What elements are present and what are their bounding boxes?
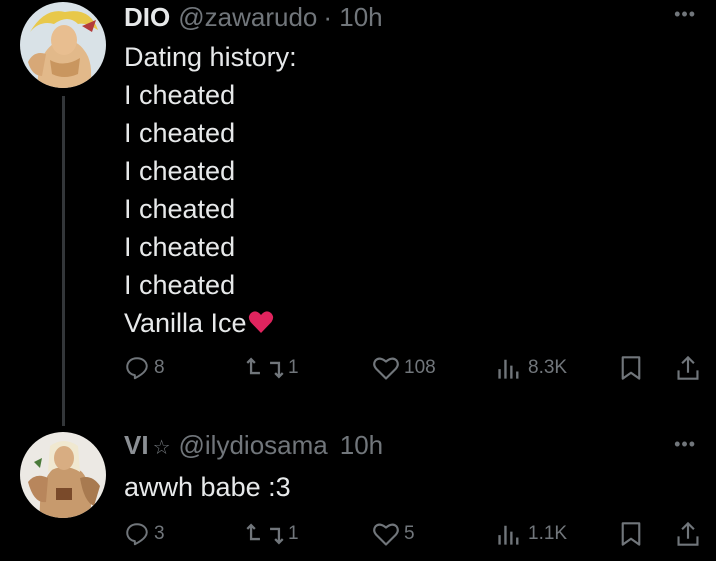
views-button[interactable]: 1.1K	[494, 521, 567, 547]
tweet-vi[interactable]: VI ☆ @ilydiosama 10h ••• awwh babe :3 3 …	[0, 410, 716, 561]
red-heart-emoji-icon	[248, 306, 274, 344]
avatar-vi[interactable]	[20, 432, 106, 518]
views-icon	[494, 355, 524, 381]
display-name[interactable]: DIO	[124, 2, 170, 33]
heart-icon	[372, 521, 400, 547]
view-count: 1.1K	[528, 523, 568, 544]
like-count: 5	[404, 523, 415, 544]
retweet-button[interactable]: 1	[246, 355, 299, 381]
retweet-count: 1	[288, 357, 299, 378]
avatar-dio[interactable]	[20, 2, 106, 88]
like-button[interactable]: 108	[372, 355, 436, 381]
share-icon	[676, 521, 700, 547]
tweet-header: VI ☆ @ilydiosama 10h	[124, 430, 383, 461]
share-icon	[676, 355, 700, 381]
tweet-dio[interactable]: DIO @zawarudo · 10h ••• Dating history: …	[0, 0, 716, 426]
text-line: Vanilla Ice	[124, 304, 297, 344]
reply-icon	[124, 355, 150, 381]
display-name[interactable]: VI	[124, 430, 149, 461]
retweet-icon	[246, 521, 284, 547]
user-handle[interactable]: @zawarudo	[178, 2, 317, 33]
timestamp[interactable]: 10h	[340, 430, 383, 461]
retweet-button[interactable]: 1	[246, 521, 299, 547]
share-button[interactable]	[676, 355, 700, 381]
tweet-text: Dating history: I cheated I cheated I ch…	[124, 38, 297, 344]
bookmark-button[interactable]	[620, 355, 642, 381]
retweet-icon	[246, 355, 284, 381]
text-line: I cheated	[124, 80, 236, 110]
tweet-text: awwh babe :3	[124, 472, 291, 502]
view-count: 8.3K	[528, 357, 568, 378]
text-line: I cheated	[124, 156, 236, 186]
text-line: I cheated	[124, 118, 236, 148]
tweet-actions: 8 1 108 8.3K	[124, 355, 704, 385]
heart-icon	[372, 355, 400, 381]
bookmark-icon	[620, 355, 642, 381]
reply-button[interactable]: 8	[124, 355, 165, 381]
views-icon	[494, 521, 524, 547]
more-options-icon[interactable]: •••	[674, 434, 696, 455]
text-line: I cheated	[124, 270, 236, 300]
text-line: I cheated	[124, 194, 236, 224]
text-line: I cheated	[124, 232, 236, 262]
thread-line	[62, 96, 65, 426]
share-button[interactable]	[676, 521, 700, 547]
timestamp[interactable]: · 10h	[323, 2, 382, 33]
user-handle[interactable]: @ilydiosama	[179, 430, 328, 461]
reply-icon	[124, 521, 150, 547]
retweet-count: 1	[288, 523, 299, 544]
like-button[interactable]: 5	[372, 521, 415, 547]
bookmark-button[interactable]	[620, 521, 642, 547]
more-options-icon[interactable]: •••	[674, 4, 696, 25]
bookmark-icon	[620, 521, 642, 547]
reply-button[interactable]: 3	[124, 521, 165, 547]
reply-count: 8	[154, 357, 165, 378]
text-line-content: Vanilla Ice	[124, 308, 247, 338]
text-line: Dating history:	[124, 42, 297, 72]
views-button[interactable]: 8.3K	[494, 355, 567, 381]
like-count: 108	[404, 357, 436, 378]
reply-count: 3	[154, 523, 165, 544]
star-icon: ☆	[152, 437, 171, 459]
tweet-actions: 3 1 5 1.1K	[124, 521, 704, 551]
tweet-header: DIO @zawarudo · 10h	[124, 2, 383, 33]
